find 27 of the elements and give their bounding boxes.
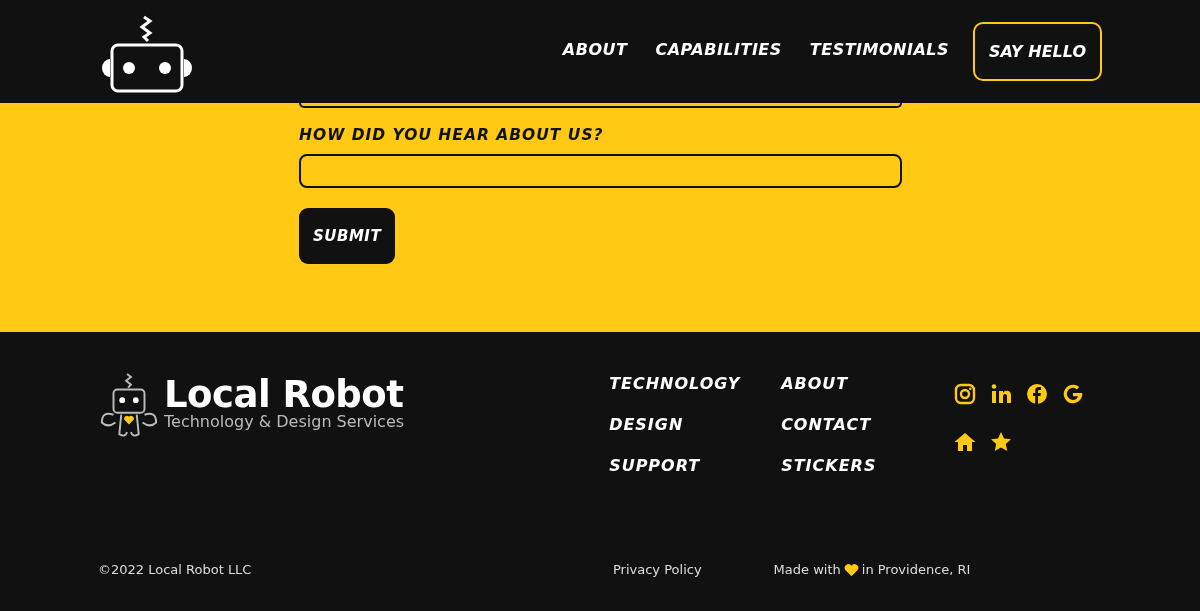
heart-icon xyxy=(843,562,859,577)
nav-link[interactable]: TESTIMONIALS xyxy=(809,40,950,59)
robot-mascot-icon xyxy=(98,372,160,440)
home-icon[interactable] xyxy=(953,430,978,454)
nav-link[interactable]: ABOUT xyxy=(562,40,628,59)
brand-name: Local Robot xyxy=(164,376,405,414)
instagram-icon[interactable] xyxy=(953,382,978,406)
robot-logo-icon[interactable] xyxy=(100,14,194,93)
say-hello-button[interactable]: SAY HELLO xyxy=(973,22,1102,81)
footer-link[interactable]: SUPPORT xyxy=(609,454,782,477)
linkedin-icon[interactable] xyxy=(989,382,1014,406)
footer-link[interactable]: ABOUT xyxy=(781,372,954,395)
footer-link[interactable]: STICKERS xyxy=(781,454,954,477)
footer-link[interactable]: DESIGN xyxy=(609,413,782,436)
made-with-text: Made with xyxy=(773,562,841,577)
facebook-icon[interactable] xyxy=(1025,382,1050,406)
submit-button[interactable]: SUBMIT xyxy=(299,208,396,264)
brand-tagline: Technology & Design Services xyxy=(164,414,405,430)
input-field[interactable] xyxy=(299,154,902,188)
privacy-policy-link[interactable]: Privacy Policy xyxy=(613,562,702,577)
field-label: HOW DID YOU HEAR ABOUT US? xyxy=(299,126,604,144)
location-text: in Providence, RI xyxy=(861,562,971,577)
input-field[interactable] xyxy=(299,103,902,108)
star-icon[interactable] xyxy=(989,430,1014,454)
nav-link[interactable]: CAPABILITIES xyxy=(655,40,782,59)
copyright-text: ©2022 Local Robot LLC xyxy=(98,562,252,577)
footer-link[interactable]: CONTACT xyxy=(781,413,954,436)
